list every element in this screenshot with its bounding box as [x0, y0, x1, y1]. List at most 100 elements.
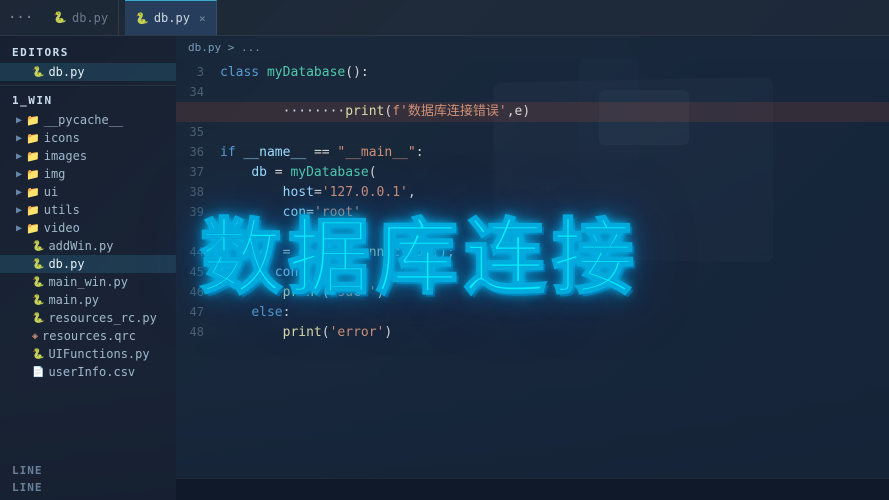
- code-content: 3 class myDatabase(): 34 ········print(f…: [176, 58, 889, 478]
- sidebar-folder-utils[interactable]: ▶ 📁 utils: [0, 201, 176, 219]
- breadcrumb: db.py > ...: [176, 36, 889, 58]
- csv-icon: 📄: [32, 367, 44, 378]
- code-line-3: 3 class myDatabase():: [176, 62, 889, 82]
- line-content-36: if __name__ == "__main__":: [220, 143, 889, 163]
- code-line-44: 44 con = db.get_connection();: [176, 242, 889, 262]
- code-line-48: 48 print('error'): [176, 322, 889, 342]
- folder-icon-ui: 📁: [26, 186, 40, 199]
- line-content-47: else:: [220, 303, 889, 323]
- code-line-45: 45 if con:: [176, 262, 889, 282]
- chevron-icon-pycache: ▶: [16, 115, 22, 126]
- folder-label-icons: icons: [44, 131, 80, 145]
- line-num-38: 38: [176, 182, 220, 202]
- chevron-icon-video: ▶: [16, 223, 22, 234]
- chevron-icon-images: ▶: [16, 151, 22, 162]
- sidebar-file-db-editors[interactable]: 🐍 db.py: [0, 63, 176, 81]
- line-num-37: 37: [176, 162, 220, 182]
- editor-area: db.py > ... 3 class myDatabase(): 34 ···…: [176, 36, 889, 500]
- line-content-39: con='root': [220, 203, 889, 223]
- sidebar-folder-img[interactable]: ▶ 📁 img: [0, 165, 176, 183]
- line-num-47: 47: [176, 302, 220, 322]
- tab-inactive[interactable]: 🐍 db.py: [43, 0, 119, 35]
- py-icon-addwin: 🐍: [32, 241, 44, 252]
- sidebar-file-main[interactable]: 🐍 main.py: [0, 291, 176, 309]
- line-content-hl: ········print(f'数据库连接错误',e): [220, 102, 889, 122]
- line-num-3: 3: [176, 62, 220, 82]
- folder-label-utils: utils: [44, 203, 80, 217]
- sidebar-file-uifunctions[interactable]: 🐍 UIFunctions.py: [0, 345, 176, 363]
- folder-label-ui: ui: [44, 185, 58, 199]
- breadcrumb-text: db.py > ...: [188, 41, 261, 54]
- line-num-39: 39: [176, 202, 220, 222]
- py-icon-uifunctions: 🐍: [32, 349, 44, 360]
- sidebar-folder-images[interactable]: ▶ 📁 images: [0, 147, 176, 165]
- sidebar-folder-pycache[interactable]: ▶ 📁 __pycache__: [0, 111, 176, 129]
- py-icon-editors: 🐍: [32, 67, 44, 78]
- line-content-3: class myDatabase():: [220, 63, 889, 83]
- python-icon-inactive: 🐍: [53, 11, 67, 24]
- code-line-highlighted: ········print(f'数据库连接错误',e): [176, 102, 889, 122]
- sidebar-folder-icons[interactable]: ▶ 📁 icons: [0, 129, 176, 147]
- folder-label-img: img: [44, 167, 66, 181]
- bottom-panel-line2: LINE: [0, 479, 176, 496]
- chevron-icon-img: ▶: [16, 169, 22, 180]
- tab-db-py[interactable]: 🐍 db.py ×: [125, 0, 216, 35]
- qrc-icon: ◈: [32, 331, 38, 342]
- code-line-35: 35: [176, 122, 889, 142]
- sidebar-file-mainwin[interactable]: 🐍 main_win.py: [0, 273, 176, 291]
- title-dots: ···: [8, 10, 33, 26]
- line-num-48: 48: [176, 322, 220, 342]
- title-bar: ··· 🐍 db.py 🐍 db.py ×: [0, 0, 889, 36]
- chevron-icon-utils: ▶: [16, 205, 22, 216]
- win-section-title: 1_WIN: [0, 85, 176, 111]
- line-num-34: 34: [176, 82, 220, 102]
- sidebar-file-addwin[interactable]: 🐍 addWin.py: [0, 237, 176, 255]
- status-bar: [176, 478, 889, 500]
- file-label-db: db.py: [48, 257, 84, 271]
- folder-label-pycache: __pycache__: [44, 113, 123, 127]
- folder-icon-video: 📁: [26, 222, 40, 235]
- code-line-47: 47 else:: [176, 302, 889, 322]
- file-label-userinfo: userInfo.csv: [48, 365, 135, 379]
- folder-icon-utils: 📁: [26, 204, 40, 217]
- chevron-icon-ui: ▶: [16, 187, 22, 198]
- sidebar-folder-ui[interactable]: ▶ 📁 ui: [0, 183, 176, 201]
- line-num-44: 44: [176, 242, 220, 262]
- line-num-35: 35: [176, 122, 220, 142]
- folder-icon-icons: 📁: [26, 132, 40, 145]
- line-content-38: host='127.0.0.1',: [220, 183, 889, 203]
- editors-section-title: EDITORS: [0, 40, 176, 63]
- code-line-39: 39 con='root': [176, 202, 889, 222]
- python-icon-active: 🐍: [135, 12, 149, 25]
- file-label-resources-rc: resources_rc.py: [48, 311, 156, 325]
- sidebar-file-userinfo[interactable]: 📄 userInfo.csv: [0, 363, 176, 381]
- sidebar-file-resources-rc[interactable]: 🐍 resources_rc.py: [0, 309, 176, 327]
- file-label-uifunctions: UIFunctions.py: [48, 347, 149, 361]
- code-line-empty: [176, 222, 889, 242]
- py-icon-resources-rc: 🐍: [32, 313, 44, 324]
- sidebar-file-db[interactable]: 🐍 db.py: [0, 255, 176, 273]
- file-label-addwin: addWin.py: [48, 239, 113, 253]
- sidebar-folder-video[interactable]: ▶ 📁 video: [0, 219, 176, 237]
- sidebar-file-resources-qrc[interactable]: ◈ resources.qrc: [0, 327, 176, 345]
- code-line-46: 46 print('succ'): [176, 282, 889, 302]
- py-icon-mainwin: 🐍: [32, 277, 44, 288]
- code-line-38: 38 host='127.0.0.1',: [176, 182, 889, 202]
- bottom-panel-line1: LINE: [0, 462, 176, 479]
- file-label-main: main.py: [48, 293, 99, 307]
- line-num-46: 46: [176, 282, 220, 302]
- file-label-mainwin: main_win.py: [48, 275, 127, 289]
- line-content-46: print('succ'): [220, 283, 889, 303]
- main-area: EDITORS 🐍 db.py 1_WIN ▶ 📁 __pycache__ ▶ …: [0, 36, 889, 500]
- tab-close-button[interactable]: ×: [199, 12, 206, 25]
- code-line-36: 36 if __name__ == "__main__":: [176, 142, 889, 162]
- line-content-37: db = myDatabase(: [220, 163, 889, 183]
- line-num-36: 36: [176, 142, 220, 162]
- py-icon-main: 🐍: [32, 295, 44, 306]
- line-content-45: if con:: [220, 263, 889, 283]
- folder-label-images: images: [44, 149, 87, 163]
- line-content-44: con = db.get_connection();: [220, 243, 889, 263]
- chevron-icon-icons: ▶: [16, 133, 22, 144]
- folder-icon-img: 📁: [26, 168, 40, 181]
- folder-label-video: video: [44, 221, 80, 235]
